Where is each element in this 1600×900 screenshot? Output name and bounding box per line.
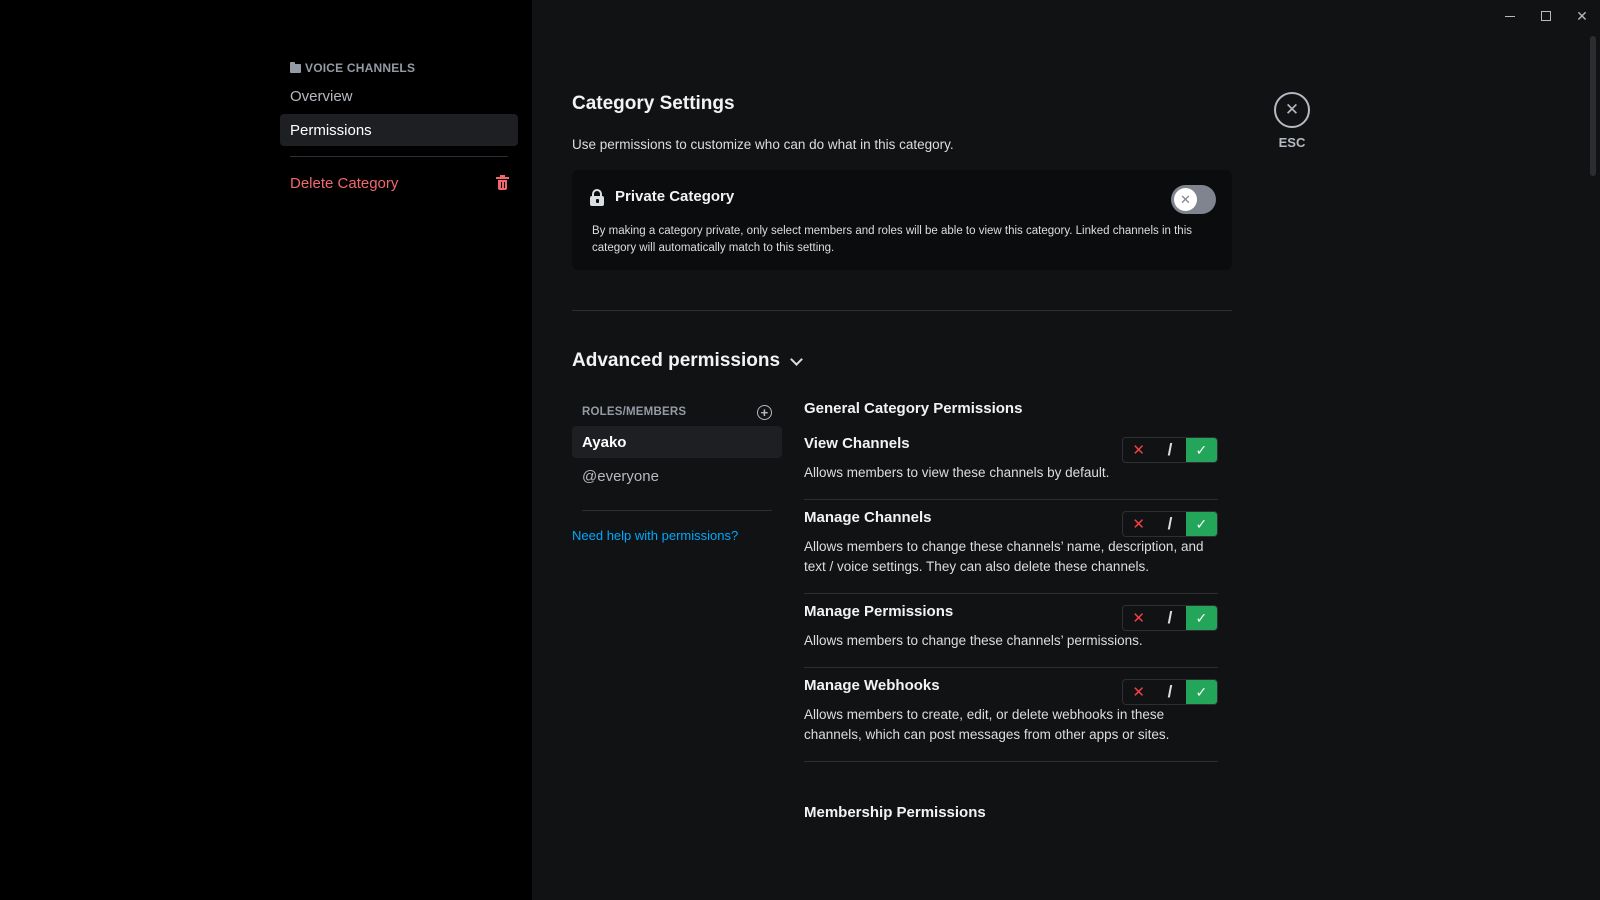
neutral-button[interactable]: / (1154, 438, 1185, 462)
permission-row: Manage Permissions Allows members to cha… (804, 594, 1218, 668)
permission-tristate: ✕ / ✓ (1122, 437, 1218, 463)
deny-button[interactable]: ✕ (1123, 606, 1154, 630)
close-icon: ✕ (1274, 92, 1310, 128)
permission-description: Allows members to create, edit, or delet… (804, 707, 1170, 742)
permissions-list: General Category Permissions View Channe… (804, 400, 1218, 821)
permission-row: Manage Webhooks Allows members to create… (804, 668, 1218, 762)
roles-members-list: ROLES/MEMBERS + Ayako @everyone Need hel… (572, 400, 782, 543)
window-controls: ✕ (1492, 0, 1600, 32)
toggle-off-icon: ✕ (1174, 188, 1197, 211)
minimize-button[interactable] (1492, 0, 1528, 32)
page-subtitle: Use permissions to customize who can do … (572, 137, 954, 152)
deny-button[interactable]: ✕ (1123, 512, 1154, 536)
private-category-header: Private Category (590, 188, 735, 206)
sidebar-section-label: VOICE CHANNELS (305, 61, 416, 75)
private-category-description: By making a category private, only selec… (592, 225, 1192, 254)
settings-sidebar: VOICE CHANNELS Overview Permissions Dele… (0, 0, 532, 900)
private-category-card: Private Category ✕ By making a category … (572, 170, 1232, 270)
close-icon: ✕ (1576, 7, 1588, 24)
neutral-button[interactable]: / (1154, 606, 1185, 630)
permission-tristate: ✕ / ✓ (1122, 679, 1218, 705)
maximize-button[interactable] (1528, 0, 1564, 32)
delete-category-label: Delete Category (290, 174, 399, 192)
neutral-button[interactable]: / (1154, 680, 1185, 704)
permission-description: Allows members to view these channels by… (804, 465, 1110, 480)
allow-button[interactable]: ✓ (1185, 680, 1217, 704)
advanced-permissions-toggle[interactable]: Advanced permissions (572, 350, 803, 372)
permission-tristate: ✕ / ✓ (1122, 605, 1218, 631)
neutral-button[interactable]: / (1154, 512, 1185, 536)
section-divider (572, 310, 1232, 311)
lock-icon (590, 188, 604, 206)
role-item-everyone[interactable]: @everyone (572, 460, 782, 492)
roles-header-label: ROLES/MEMBERS (582, 406, 687, 418)
allow-button[interactable]: ✓ (1185, 512, 1217, 536)
deny-button[interactable]: ✕ (1123, 680, 1154, 704)
sidebar-divider (290, 156, 508, 157)
delete-category-button[interactable]: Delete Category (280, 167, 518, 199)
sidebar-nav: VOICE CHANNELS Overview Permissions Dele… (280, 58, 518, 199)
esc-label: ESC (1278, 135, 1306, 150)
maximize-icon (1541, 11, 1551, 21)
role-item-ayako[interactable]: Ayako (572, 426, 782, 458)
sidebar-item-permissions[interactable]: Permissions (280, 114, 518, 146)
private-category-toggle[interactable]: ✕ (1171, 185, 1216, 214)
add-role-icon[interactable]: + (757, 404, 772, 420)
trash-icon (496, 174, 509, 190)
sidebar-section-header: VOICE CHANNELS (280, 58, 518, 78)
minimize-icon (1505, 15, 1515, 17)
roles-divider (582, 510, 772, 511)
permission-description: Allows members to change these channels’… (804, 633, 1143, 648)
permissions-section-title: General Category Permissions (804, 400, 1023, 417)
close-window-button[interactable]: ✕ (1564, 0, 1600, 32)
deny-button[interactable]: ✕ (1123, 438, 1154, 462)
chevron-down-icon (790, 353, 803, 366)
permission-row: Manage Channels Allows members to change… (804, 500, 1218, 594)
allow-button[interactable]: ✓ (1185, 438, 1217, 462)
advanced-permissions-title: Advanced permissions (572, 350, 781, 371)
membership-permissions-title: Membership Permissions (804, 804, 986, 821)
permission-row: View Channels Allows members to view the… (804, 426, 1218, 500)
sidebar-item-overview[interactable]: Overview (280, 80, 518, 112)
private-category-title: Private Category (615, 188, 735, 205)
roles-header: ROLES/MEMBERS + (572, 400, 782, 424)
folder-icon (290, 61, 301, 73)
permissions-help-link[interactable]: Need help with permissions? (572, 528, 782, 543)
permission-description: Allows members to change these channels’… (804, 539, 1204, 574)
esc-close-button[interactable]: ✕ ESC (1274, 92, 1310, 150)
page-title: Category Settings (572, 93, 735, 114)
allow-button[interactable]: ✓ (1185, 606, 1217, 630)
scrollbar[interactable] (1590, 36, 1596, 176)
permission-tristate: ✕ / ✓ (1122, 511, 1218, 537)
